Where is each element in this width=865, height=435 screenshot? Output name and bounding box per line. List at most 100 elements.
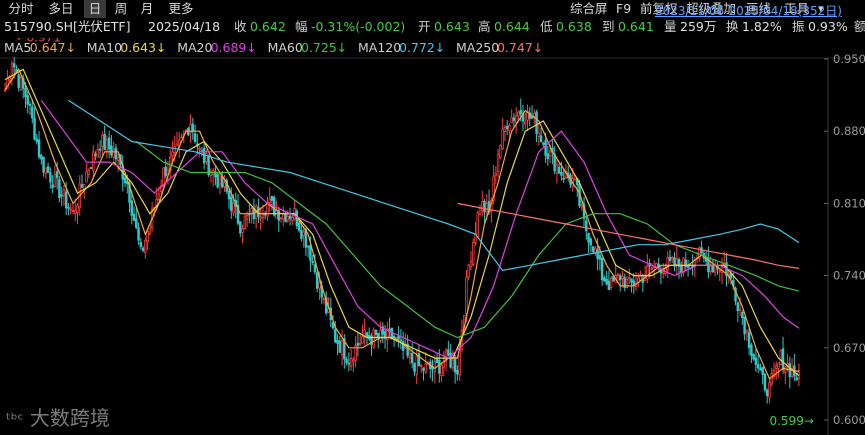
- candle-body: [736, 302, 740, 312]
- tab-multi-day[interactable]: 多日: [44, 0, 78, 18]
- candle-body: [548, 150, 552, 157]
- candle-body: [607, 280, 611, 291]
- close-label: 收: [234, 19, 247, 34]
- candle-body: [585, 220, 588, 232]
- candle-body: [180, 136, 183, 139]
- ma-line-ma10: [4, 68, 800, 377]
- f9-button[interactable]: F9: [616, 0, 631, 18]
- candle-body: [24, 88, 27, 98]
- candle-body: [259, 216, 262, 220]
- candle-body: [17, 74, 20, 88]
- candle-body: [743, 316, 746, 335]
- candle-body: [318, 282, 321, 289]
- ma-legend-value-ma60: 0.725↓: [301, 40, 347, 55]
- candle-body: [501, 128, 504, 149]
- tab-monthly[interactable]: 月: [136, 0, 158, 18]
- candle-body: [747, 332, 751, 348]
- open-label: 开: [418, 19, 431, 34]
- candle-body: [198, 147, 201, 150]
- change-label: 幅: [295, 19, 308, 34]
- candle-body: [347, 362, 351, 365]
- candle-body: [374, 329, 378, 335]
- security-code-label: 515790.SH[光伏ETF]: [4, 19, 131, 34]
- composite-screen-button[interactable]: 综合屏: [570, 0, 608, 18]
- candle-body: [105, 139, 109, 153]
- candle-body: [410, 353, 414, 364]
- price-tick-label: 0.950: [833, 52, 865, 66]
- tab-more[interactable]: 更多: [164, 0, 198, 18]
- high-label: 高: [478, 19, 491, 34]
- tab-intraday[interactable]: 分时: [4, 0, 38, 18]
- candle-body: [562, 177, 565, 180]
- candle-body: [306, 245, 310, 248]
- candle-body: [472, 242, 475, 265]
- candle-body: [245, 214, 249, 220]
- candle-body: [250, 208, 253, 214]
- candle-body: [137, 227, 140, 241]
- tab-weekly[interactable]: 周: [110, 0, 132, 18]
- candle-body: [139, 241, 143, 247]
- candle-body: [193, 133, 197, 143]
- candle-body: [130, 200, 133, 216]
- candle-body: [451, 359, 455, 369]
- candle-body: [580, 205, 584, 208]
- low-value: 0.638: [556, 19, 592, 34]
- candle-body: [759, 367, 762, 371]
- candle-body: [175, 143, 179, 146]
- candle-body: [476, 212, 479, 237]
- kline-chart[interactable]: MA50.647↓ MA100.643↓ MA200.689↓ MA600.725↓ M…: [0, 38, 865, 435]
- candle-body: [419, 365, 423, 368]
- candle-body: [28, 104, 32, 106]
- candle-body: [112, 149, 115, 158]
- candle-body: [539, 135, 543, 142]
- candle-body: [58, 179, 61, 198]
- candle-body: [756, 364, 760, 369]
- candle-body: [300, 230, 303, 239]
- candle-body: [440, 365, 443, 376]
- ma-line-ma120: [68, 99, 800, 272]
- candle-body: [220, 175, 224, 188]
- candle-body: [40, 154, 43, 160]
- candle-body: [483, 201, 486, 213]
- candle-body: [53, 174, 57, 187]
- tab-daily[interactable]: 日: [84, 0, 106, 18]
- candle-body: [223, 182, 226, 187]
- candle-body: [286, 215, 290, 221]
- candle-body: [33, 117, 36, 140]
- candle-body: [191, 123, 195, 132]
- candle-body: [517, 111, 520, 117]
- candle-body: [270, 195, 274, 201]
- candle-body: [447, 349, 450, 356]
- candle-body: [44, 167, 48, 174]
- candle-body: [173, 146, 176, 154]
- candle-body: [745, 329, 749, 333]
- candle-body: [388, 328, 391, 331]
- ma-legend-value-ma20: 0.689↓: [211, 40, 257, 55]
- candle-body: [361, 336, 364, 344]
- date-range-link[interactable]: 2023/11/06-2025/04/18(352日): [655, 3, 842, 19]
- candle-body: [508, 125, 511, 132]
- ma-legend-label-ma120: MA120: [358, 40, 401, 55]
- candle-body: [302, 231, 305, 236]
- candle-body: [377, 332, 380, 338]
- candle-body: [560, 172, 563, 176]
- candle-body: [96, 149, 100, 158]
- candle-body: [661, 271, 665, 274]
- candle-body: [268, 198, 271, 204]
- candle-body: [456, 369, 459, 375]
- candle-body: [555, 164, 559, 174]
- candle-body: [322, 298, 326, 301]
- ma-legend-value-ma120: 0.772↓: [399, 40, 445, 55]
- candle-body: [123, 177, 127, 184]
- candle-body: [98, 148, 102, 151]
- candle-body: [3, 89, 7, 92]
- candle-body: [750, 344, 753, 356]
- candle-body: [372, 329, 375, 348]
- candle-body: [336, 339, 339, 344]
- candle-body: [334, 329, 337, 343]
- candle-body: [146, 231, 149, 243]
- candle-body: [768, 382, 771, 398]
- candle-body: [424, 363, 427, 373]
- candle-body: [313, 264, 317, 273]
- amplitude-label: 振: [792, 19, 805, 34]
